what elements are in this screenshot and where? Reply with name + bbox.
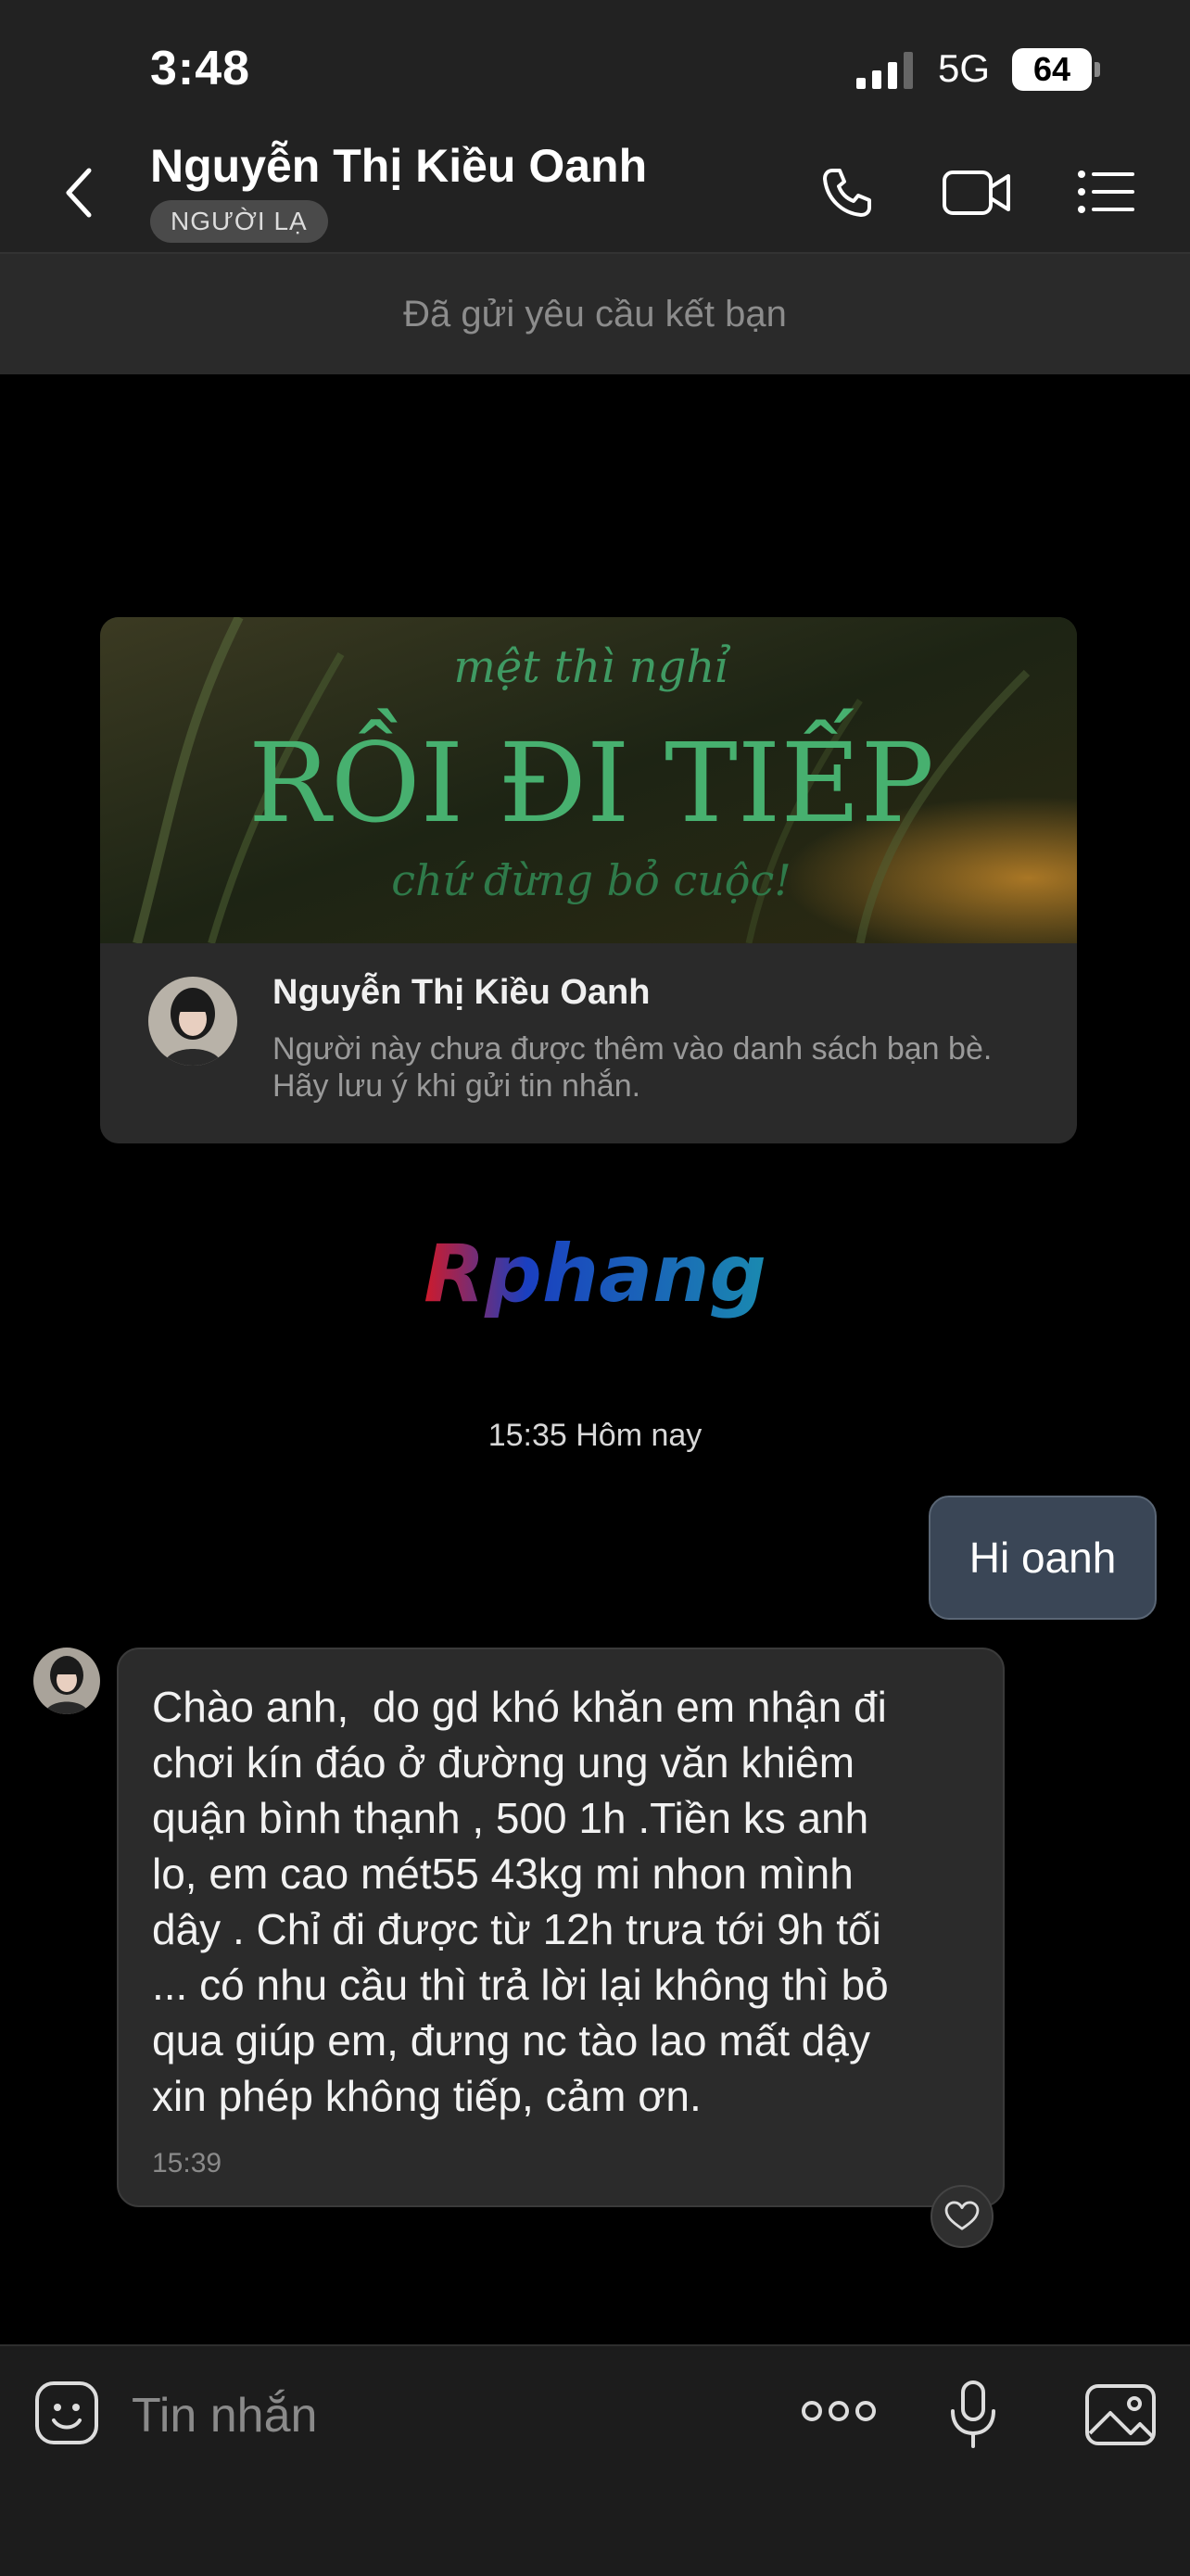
date-separator: 15:35 Hôm nay	[487, 1418, 703, 1453]
avatar	[148, 977, 237, 1066]
cover-line2: RỒI ĐI TIẾP	[248, 708, 934, 847]
cover-line1: mệt thì nghỉ	[453, 641, 730, 693]
incoming-message[interactable]: Chào anh, do gd khó khăn em nhận đi chơi…	[117, 1648, 1005, 2207]
outgoing-message[interactable]: Hi oanh	[929, 1496, 1157, 1620]
message-text: Chào anh, do gd khó khăn em nhận đi chơi…	[152, 1683, 889, 2120]
card-contact-name: Nguyễn Thị Kiều Oanh	[272, 973, 651, 1012]
message-time: 15:39	[152, 2148, 222, 2178]
profile-card[interactable]: mệt thì nghỉ RỒI ĐI TIẾP chứ đừng bỏ cuộ…	[100, 617, 1077, 1143]
contact-name[interactable]: Nguyễn Thị Kiều Oanh	[150, 139, 647, 193]
phone-icon[interactable]	[819, 165, 875, 221]
cover-image: mệt thì nghỉ RỒI ĐI TIẾP chứ đừng bỏ cuộ…	[100, 617, 1077, 943]
network-label: 5G	[938, 46, 991, 90]
watermark-text: Rphang	[424, 1228, 766, 1320]
cover-line3: chứ đừng bỏ cuộc!	[391, 855, 791, 905]
list-menu-icon[interactable]	[1077, 169, 1134, 215]
status-time: 3:48	[150, 42, 251, 95]
more-dots-icon[interactable]	[801, 2393, 877, 2430]
battery-icon: 64	[1012, 48, 1101, 91]
gallery-icon[interactable]	[1084, 2383, 1157, 2446]
friend-request-banner: Đã gửi yêu cầu kết bạn	[0, 254, 1190, 374]
message-composer	[0, 2344, 1190, 2576]
cellular-signal-icon	[856, 52, 913, 89]
heart-icon[interactable]	[930, 2185, 994, 2248]
video-camera-icon[interactable]	[942, 167, 1012, 219]
stranger-warning: Người này chưa được thêm vào danh sách b…	[272, 1031, 993, 1104]
microphone-icon[interactable]	[947, 2380, 999, 2450]
chevron-left-icon[interactable]	[61, 165, 98, 221]
battery-level: 64	[1032, 50, 1071, 88]
watermark-logo: Rphang	[424, 1228, 766, 1320]
stranger-badge: NGƯỜI LẠ	[150, 200, 328, 243]
message-input[interactable]	[130, 2372, 652, 2459]
sticker-icon[interactable]	[33, 2380, 100, 2446]
chat-header: 3:48 5G 64 Nguyễn Thị Kiều Oanh NGƯỜI LẠ	[0, 0, 1190, 254]
avatar[interactable]	[33, 1648, 100, 1714]
